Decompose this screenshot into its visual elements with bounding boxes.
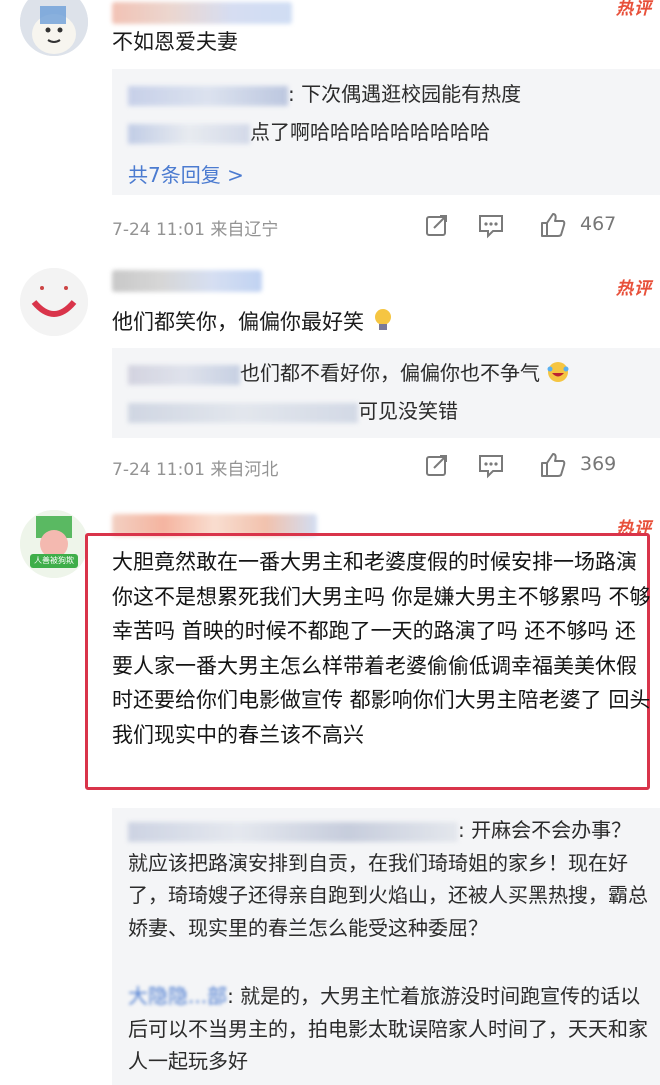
user-avatar[interactable] [20, 268, 88, 336]
reply-username-blurred[interactable] [128, 123, 250, 144]
reply-username-blurred[interactable] [128, 402, 358, 423]
comment-2: 热评 他们都笑你，偏偏你最好笑 也们都不看好你，偏偏你也不争气 可见没笑错 7-… [0, 260, 660, 500]
reply-text: 点了啊哈哈哈哈哈哈哈哈哈 [250, 120, 490, 144]
reply-username[interactable]: 大隐隐...部 [128, 984, 227, 1008]
username-blurred[interactable] [112, 2, 292, 24]
comment-text: 他们都笑你，偏偏你最好笑 [112, 307, 395, 337]
hot-comment-badge: 热评 [616, 279, 652, 299]
reply-username-blurred[interactable] [128, 364, 240, 385]
like-count: 369 [580, 453, 617, 475]
cartoon-face-avatar-icon [20, 510, 88, 578]
hot-comment-badge: 热评 [616, 0, 652, 19]
reply-item[interactable]: 可见没笑错 [128, 396, 458, 426]
comment-text: 大胆竟然敢在一番大男主和老婆度假的时候安排一场路演 你这不是想累死我们大男主吗 … [112, 550, 651, 747]
like-count: 467 [580, 213, 617, 235]
reply-item[interactable]: 也们都不看好你，偏偏你也不争气 [128, 358, 570, 388]
reply-text: : 下次偶遇逛校园能有热度 [288, 82, 522, 106]
lightbulb-emoji [374, 309, 391, 330]
like-icon[interactable] [538, 450, 568, 480]
reply-box[interactable]: 也们都不看好你，偏偏你也不争气 可见没笑错 [112, 348, 660, 438]
comment-meta: 7-24 11:01 来自河北 [112, 460, 279, 480]
reply-username-blurred[interactable] [128, 821, 458, 842]
share-icon[interactable] [422, 210, 452, 240]
avatar-caption: 人善被狗欺 [34, 556, 74, 565]
like-icon[interactable] [538, 210, 568, 240]
reply-username-blurred[interactable] [128, 85, 288, 106]
share-icon[interactable] [422, 450, 452, 480]
user-avatar[interactable] [20, 0, 88, 56]
laughing-crying-emoji [547, 362, 569, 382]
username-blurred[interactable] [112, 270, 262, 292]
reply-item[interactable]: 大隐隐...部: 就是的，大男主忙着旅游没时间跑宣传的话以后可以不当男主的，拍电… [128, 980, 648, 1078]
reply-text: 可见没笑错 [358, 399, 458, 423]
comment-text: 不如恩爱夫妻 [112, 30, 238, 54]
reply-text: 也们都不看好你，偏偏你也不争气 [240, 361, 540, 385]
reply-item[interactable]: : 开麻会不会办事？就应该把路演安排到自贡，在我们琦琦姐的家乡！现在好了，琦琦嫂… [128, 814, 648, 944]
user-avatar[interactable] [20, 510, 88, 578]
comment-text-body: 他们都笑你，偏偏你最好笑 [112, 310, 364, 334]
comment-meta: 7-24 11:01 来自辽宁 [112, 220, 279, 240]
smile-avatar-icon [20, 268, 88, 336]
comment-actions: 369 [420, 450, 660, 480]
view-all-replies-link[interactable]: 共7条回复 > [128, 159, 244, 188]
cartoon-avatar-icon [20, 0, 88, 56]
comment-1: 热评 不如恩爱夫妻 : 下次偶遇逛校园能有热度 点了啊哈哈哈哈哈哈哈哈哈 共7条… [0, 0, 660, 255]
reply-item[interactable]: : 下次偶遇逛校园能有热度 [128, 79, 521, 109]
reply-item[interactable]: 点了啊哈哈哈哈哈哈哈哈哈 [128, 117, 490, 147]
comment-actions: 467 [420, 210, 660, 240]
comment-icon[interactable] [476, 450, 506, 480]
reply-box[interactable]: : 下次偶遇逛校园能有热度 点了啊哈哈哈哈哈哈哈哈哈 共7条回复 > [112, 69, 660, 195]
reply-box[interactable]: : 开麻会不会办事？就应该把路演安排到自贡，在我们琦琦姐的家乡！现在好了，琦琦嫂… [112, 808, 660, 1085]
comment-icon[interactable] [476, 210, 506, 240]
